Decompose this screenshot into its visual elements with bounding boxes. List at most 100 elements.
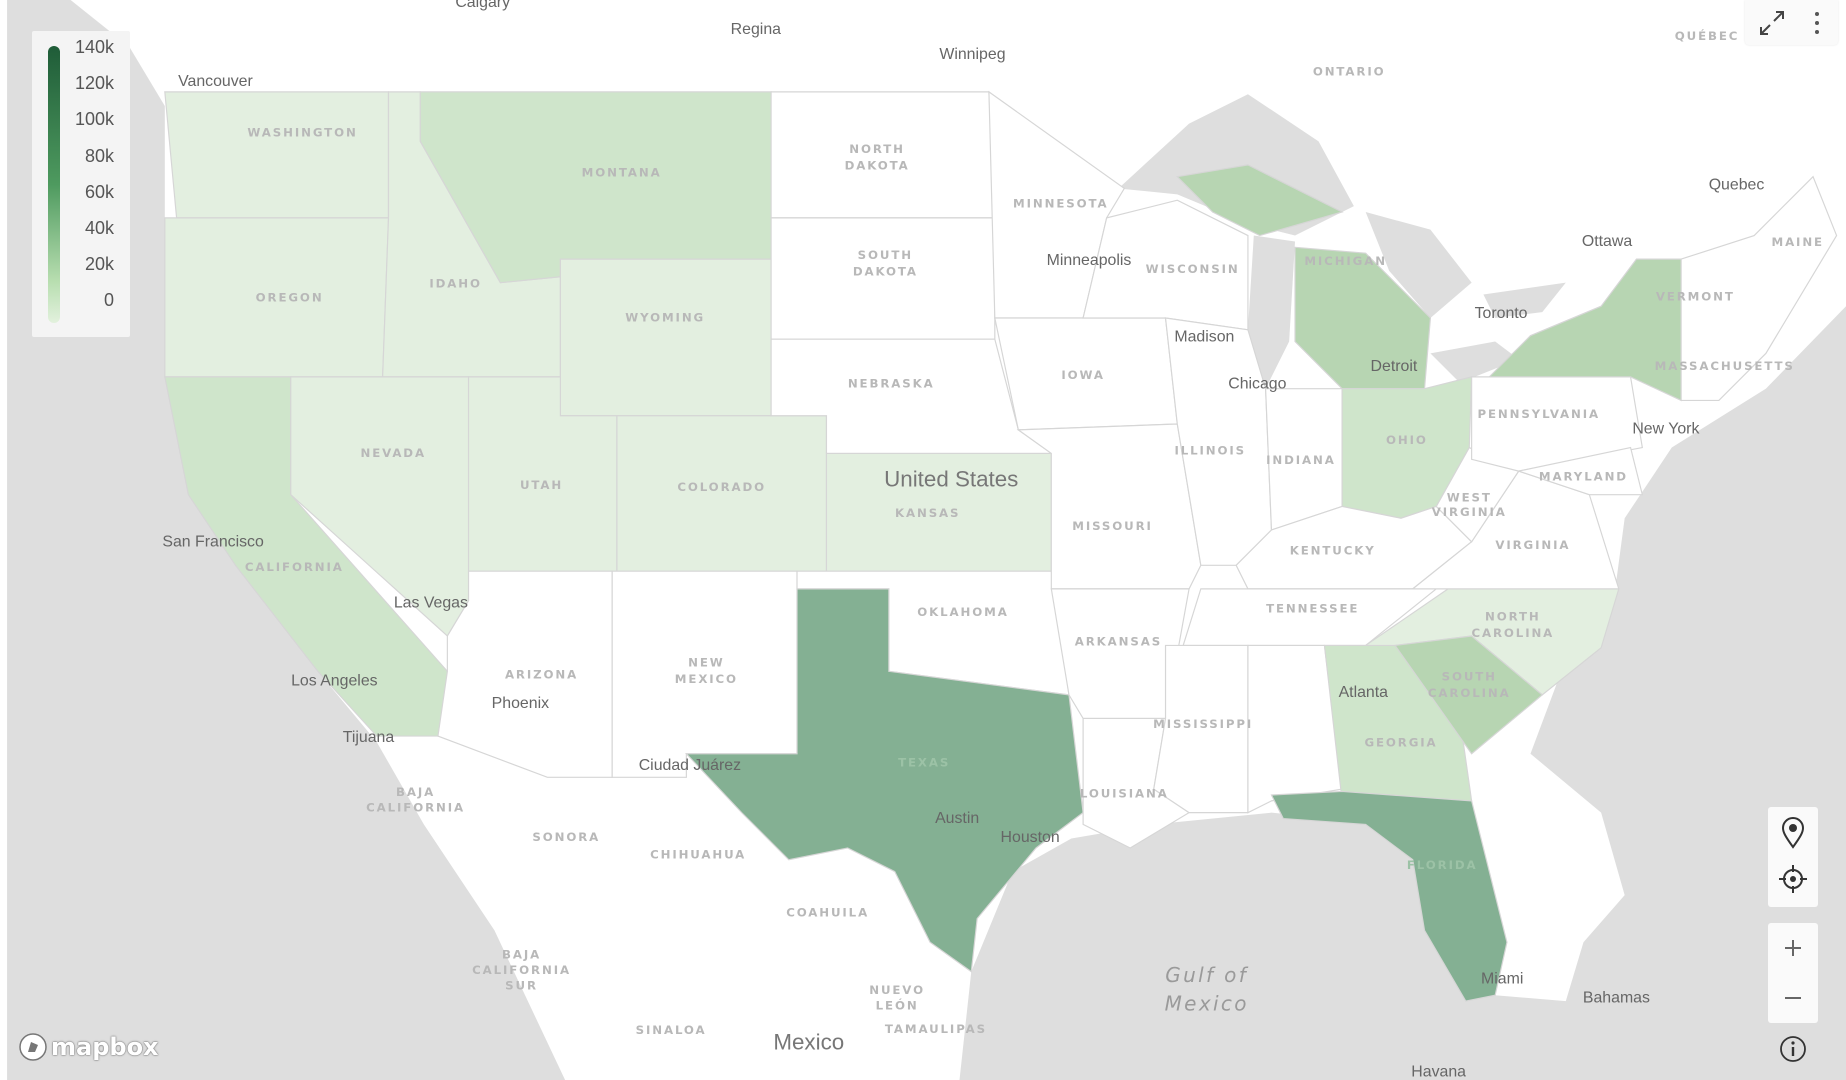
state-washington[interactable] — [164, 91, 390, 219]
state-label: WYOMING — [625, 311, 705, 325]
mapbox-logo-text: mapbox — [51, 1033, 159, 1061]
location-controls — [1768, 807, 1818, 907]
mapbox-logo-icon — [19, 1033, 47, 1061]
state-label: IDAHO — [429, 276, 482, 290]
city-label: Ciudad Juárez — [639, 757, 741, 774]
state-wyoming[interactable] — [559, 258, 772, 417]
state-label: MASSACHUSETTS — [1655, 359, 1795, 373]
legend-tick-label: 20k — [84, 254, 114, 275]
zoom-in-icon[interactable] — [1783, 938, 1803, 958]
state-label: MINNESOTA — [1013, 196, 1108, 210]
city-label: Detroit — [1371, 358, 1418, 375]
state-label: CALIFORNIA — [245, 560, 344, 574]
region-label: LEÓN — [876, 997, 919, 1012]
city-label: New York — [1632, 420, 1699, 437]
city-label: Regina — [731, 21, 781, 38]
state-label: INDIANA — [1266, 453, 1336, 467]
state-label: ARKANSAS — [1075, 634, 1162, 648]
city-label: Ottawa — [1582, 233, 1632, 250]
state-label: SOUTH — [1442, 670, 1497, 684]
choropleth-map[interactable]: WASHINGTON MONTANA OREGON IDAHO WYOMING … — [0, 0, 1846, 1080]
state-label: ARIZONA — [505, 667, 578, 681]
legend-tick-label: 140k — [74, 37, 114, 57]
state-label: ILLINOIS — [1175, 444, 1247, 458]
expand-icon[interactable] — [1757, 8, 1787, 38]
city-label: Winnipeg — [939, 46, 1005, 63]
state-label: NORTH — [1485, 610, 1541, 624]
city-label: Calgary — [455, 0, 510, 11]
region-label: QUÉBEC — [1675, 28, 1740, 43]
city-label: Toronto — [1475, 305, 1528, 322]
state-label: LOUISIANA — [1080, 786, 1169, 800]
state-label: VIRGINIA — [1495, 538, 1570, 552]
legend-tick-label: 40k — [84, 218, 114, 238]
legend-tick-label: 80k — [84, 145, 114, 166]
state-label: MICHIGAN — [1304, 254, 1387, 268]
state-label: NEW — [688, 656, 725, 670]
region-label: CALIFORNIA — [472, 963, 571, 977]
city-label: Miami — [1481, 970, 1523, 987]
mapbox-logo[interactable]: mapbox — [18, 1032, 159, 1062]
locate-icon[interactable] — [1777, 863, 1809, 895]
city-label: Madison — [1174, 329, 1234, 346]
city-label: Chicago — [1228, 376, 1286, 393]
city-label: Vancouver — [178, 73, 253, 90]
region-label: CALIFORNIA — [366, 800, 465, 814]
region-label: SINALOA — [636, 1023, 707, 1037]
legend-tick-label: 120k — [74, 73, 114, 94]
state-label: MISSISSIPPI — [1153, 717, 1253, 731]
city-label: Atlanta — [1339, 684, 1389, 701]
state-label: IOWA — [1061, 368, 1104, 382]
state-label: VIRGINIA — [1432, 505, 1507, 519]
country-label: United States — [884, 466, 1018, 491]
zoom-controls — [1768, 923, 1818, 1023]
zoom-out-icon[interactable] — [1783, 988, 1803, 1008]
state-label: NEVADA — [360, 446, 425, 460]
state-label: MISSOURI — [1072, 519, 1153, 533]
state-label: WEST — [1447, 491, 1492, 505]
region-label: COAHUILA — [786, 905, 869, 919]
state-label: DAKOTA — [845, 159, 910, 173]
state-label: PENNSYLVANIA — [1477, 407, 1600, 421]
state-label: OREGON — [256, 291, 324, 305]
more-vertical-icon[interactable] — [1811, 8, 1823, 38]
region-label: ONTARIO — [1313, 64, 1386, 78]
state-label: CAROLINA — [1471, 626, 1554, 640]
state-label: CAROLINA — [1428, 686, 1511, 700]
map-pin-icon[interactable] — [1781, 817, 1805, 849]
country-label: Mexico — [773, 1029, 844, 1054]
city-label: Havana — [1411, 1063, 1466, 1080]
region-label: BAJA — [396, 785, 435, 799]
info-icon[interactable] — [1779, 1035, 1807, 1063]
region-label: SUR — [505, 978, 538, 992]
legend-tick-label: 60k — [84, 181, 114, 202]
water-label: Mexico — [1165, 992, 1249, 1016]
legend-gradient-bar — [48, 46, 60, 323]
state-label: WASHINGTON — [247, 126, 357, 140]
city-label: Austin — [935, 810, 979, 827]
color-legend: 140k 120k 100k 80k 60k 40k 20k 0 — [32, 31, 130, 337]
state-label: MONTANA — [582, 166, 662, 180]
state-label: DAKOTA — [853, 265, 918, 279]
state-label: COLORADO — [677, 480, 766, 494]
city-label: Los Angeles — [291, 672, 378, 689]
state-label: WISCONSIN — [1146, 262, 1240, 276]
state-label: TENNESSEE — [1266, 601, 1359, 615]
region-label: BAJA — [502, 948, 541, 962]
city-label: San Francisco — [162, 533, 264, 550]
city-label: Tijuana — [343, 729, 395, 746]
region-label: CHIHUAHUA — [650, 848, 746, 862]
region-label: TAMAULIPAS — [885, 1022, 987, 1036]
state-label: VERMONT — [1656, 289, 1735, 303]
state-label: NEBRASKA — [848, 376, 935, 390]
state-label: GEORGIA — [1364, 736, 1437, 750]
state-label: NORTH — [849, 142, 905, 156]
legend-tick-label: 100k — [74, 109, 114, 130]
state-label: MARYLAND — [1539, 470, 1628, 484]
state-label: MEXICO — [675, 672, 738, 686]
state-label: UTAH — [520, 478, 563, 492]
city-label: Las Vegas — [394, 595, 468, 612]
state-label: MAINE — [1771, 235, 1823, 249]
city-label: Minneapolis — [1047, 252, 1132, 269]
city-label: Houston — [1001, 829, 1060, 846]
